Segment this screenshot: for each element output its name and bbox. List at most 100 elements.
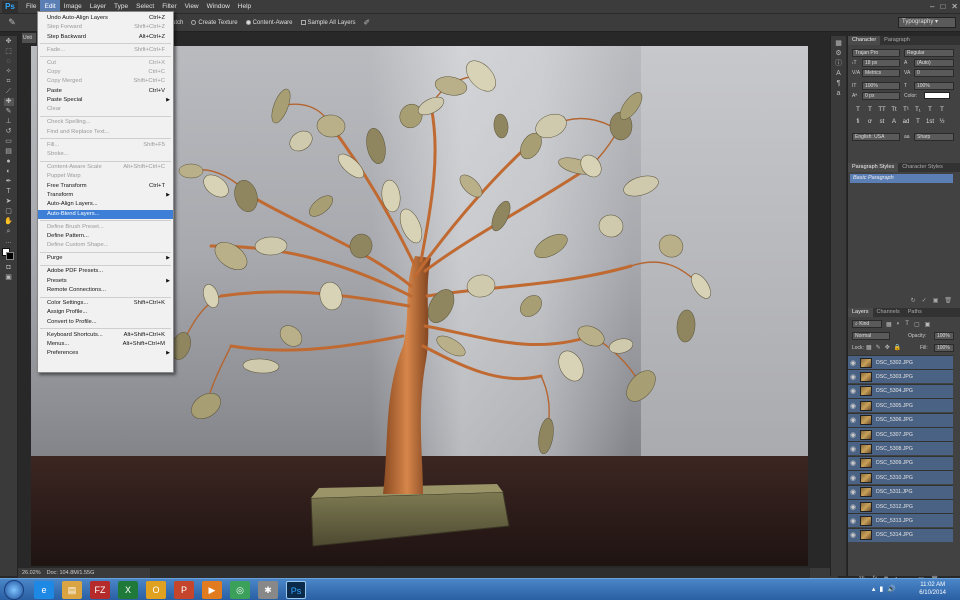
color-swatches[interactable] xyxy=(2,248,17,262)
history-panel-icon[interactable]: ▦ xyxy=(834,40,844,48)
language-select[interactable]: English: USA xyxy=(852,133,900,141)
baseline-shift-field[interactable]: 0 px xyxy=(862,92,900,100)
type-style-button[interactable]: T xyxy=(938,107,946,113)
horizontal-scale-field[interactable]: 100% xyxy=(914,82,954,90)
edit-menu-item-auto-blend-layers[interactable]: Auto-Blend Layers... xyxy=(38,209,173,219)
layer-row[interactable]: ◉ DSC_5303.JPG xyxy=(848,369,953,384)
edit-menu-item-clear[interactable]: Clear xyxy=(38,105,173,114)
healing-brush-tool-icon[interactable]: ✚ xyxy=(3,98,14,106)
info-panel-icon[interactable]: ⓘ xyxy=(834,60,844,68)
type-style-button[interactable]: T¹ xyxy=(902,107,910,113)
content-aware-option[interactable]: Content-Aware xyxy=(245,20,293,26)
layer-row[interactable]: ◉ DSC_5314.JPG xyxy=(848,527,953,542)
path-select-tool-icon[interactable]: ➤ xyxy=(4,198,14,206)
opentype-button[interactable]: 1st xyxy=(926,119,934,125)
edit-menu-item-presets[interactable]: Presets ▶ xyxy=(38,277,173,286)
layer-name[interactable]: DSC_5305.JPG xyxy=(876,403,913,409)
layer-name[interactable]: DSC_5312.JPG xyxy=(876,504,913,510)
edit-menu-item-paste[interactable]: Paste Ctrl+V xyxy=(38,87,173,96)
opacity-field[interactable]: 100% xyxy=(934,332,954,340)
powerpoint-icon[interactable]: P xyxy=(174,581,194,599)
bug-icon[interactable]: ✱ xyxy=(258,581,278,599)
visibility-eye-icon[interactable]: ◉ xyxy=(848,459,858,467)
leading-field[interactable]: (Auto) xyxy=(914,59,954,67)
create-texture-option[interactable]: Create Texture xyxy=(191,20,238,26)
layer-row[interactable]: ◉ DSC_5308.JPG xyxy=(848,441,953,456)
edit-menu-item-color-settings[interactable]: Color Settings... Shift+Ctrl+K xyxy=(38,299,173,308)
layer-name[interactable]: DSC_5309.JPG xyxy=(876,460,913,466)
edit-menu-item-auto-align-layers[interactable]: Auto-Align Layers... xyxy=(38,200,173,209)
visibility-eye-icon[interactable]: ◉ xyxy=(848,517,858,525)
filezilla-icon[interactable]: FZ xyxy=(90,581,110,599)
opentype-button[interactable]: st xyxy=(878,119,886,125)
pixel-filter-icon[interactable]: ▦ xyxy=(886,321,892,328)
layer-name[interactable]: DSC_5310.JPG xyxy=(876,475,913,481)
gradient-tool-icon[interactable]: ▤ xyxy=(4,148,14,156)
dodge-tool-icon[interactable]: ◐ xyxy=(4,168,14,176)
opentype-button[interactable]: ơ xyxy=(866,119,874,125)
visibility-eye-icon[interactable]: ◉ xyxy=(848,503,858,511)
type-filter-icon[interactable]: T xyxy=(905,321,909,328)
taskbar-clock[interactable]: 11:02 AM 6/10/2014 xyxy=(919,581,946,597)
edit-menu-item-paste-special[interactable]: Paste Special ▶ xyxy=(38,96,173,105)
layer-name[interactable]: DSC_5303.JPG xyxy=(876,374,913,380)
layer-row[interactable]: ◉ DSC_5312.JPG xyxy=(848,499,953,513)
brush-tool-icon[interactable]: ✎ xyxy=(4,108,14,116)
layer-row[interactable]: ◉ DSC_5313.JPG xyxy=(848,513,953,528)
layer-name[interactable]: DSC_5311.JPG xyxy=(876,489,913,495)
edit-menu-item-convert-to-profile[interactable]: Convert to Profile... xyxy=(38,318,173,327)
edit-menu-item-fade[interactable]: Fade... Shift+Ctrl+F xyxy=(38,46,173,55)
layer-name[interactable]: DSC_5304.JPG xyxy=(876,388,913,394)
tab-paths[interactable]: Paths xyxy=(904,308,926,317)
minimize-button[interactable]: – xyxy=(930,0,934,13)
layer-row[interactable]: ◉ DSC_5309.JPG xyxy=(848,455,953,470)
eyedropper-tool-icon[interactable]: ⟋ xyxy=(4,88,14,96)
excel-icon[interactable]: X xyxy=(118,581,138,599)
text-color-swatch[interactable] xyxy=(924,92,950,99)
visibility-eye-icon[interactable]: ◉ xyxy=(848,445,858,453)
delete-style-icon[interactable]: 🗑 xyxy=(944,297,952,304)
background-color-swatch[interactable] xyxy=(6,252,14,260)
opentype-button[interactable]: T xyxy=(914,119,922,125)
edit-menu-item-copy[interactable]: Copy Ctrl+C xyxy=(38,68,173,77)
edit-menu-item-step-backward[interactable]: Step Backward Alt+Ctrl+Z xyxy=(38,33,173,42)
volume-icon[interactable]: 🔊 xyxy=(887,585,896,593)
move-tool-icon[interactable]: ✥ xyxy=(4,38,14,46)
pressure-brush-icon[interactable]: ✐ xyxy=(364,18,371,27)
tab-character-styles[interactable]: Character Styles xyxy=(898,163,947,172)
type-style-button[interactable]: TT xyxy=(878,107,886,113)
new-style-icon[interactable]: ▣ xyxy=(933,297,939,304)
clone-stamp-tool-icon[interactable]: ⊥ xyxy=(4,118,14,126)
edit-menu-item-define-brush-preset[interactable]: Define Brush Preset... xyxy=(38,223,173,232)
opentype-button[interactable]: ad xyxy=(902,119,910,125)
vertical-scale-field[interactable]: 100% xyxy=(862,82,900,90)
layer-row[interactable]: ◉ DSC_5302.JPG xyxy=(848,355,953,369)
close-button[interactable]: ✕ xyxy=(951,0,958,13)
shape-tool-icon[interactable]: ▢ xyxy=(4,208,14,216)
visibility-eye-icon[interactable]: ◉ xyxy=(848,474,858,482)
media-icon[interactable]: ▶ xyxy=(202,581,222,599)
maximize-button[interactable]: □ xyxy=(940,0,945,13)
fill-field[interactable]: 100% xyxy=(934,344,954,352)
brush-tool-icon[interactable]: ✎ xyxy=(0,17,24,28)
layer-row[interactable]: ◉ DSC_5307.JPG xyxy=(848,427,953,441)
edit-menu-item-keyboard-shortcuts[interactable]: Keyboard Shortcuts... Alt+Shift+Ctrl+K xyxy=(38,331,173,340)
edit-menu-item-find-and-replace-text[interactable]: Find and Replace Text... xyxy=(38,128,173,137)
ie-icon[interactable]: e xyxy=(34,581,54,599)
layer-row[interactable]: ◉ DSC_5304.JPG xyxy=(848,383,953,398)
type-style-button[interactable]: T xyxy=(866,107,874,113)
marquee-tool-icon[interactable]: ⬚ xyxy=(4,48,14,56)
edit-menu-item-check-spelling[interactable]: Check Spelling... xyxy=(38,118,173,127)
layer-filter-select[interactable]: ⌕ Kind xyxy=(852,320,882,328)
network-icon[interactable]: ▮ xyxy=(879,585,883,593)
font-style-select[interactable]: Regular xyxy=(904,49,954,57)
menu-help[interactable]: Help xyxy=(234,0,255,13)
layer-name[interactable]: DSC_5314.JPG xyxy=(876,532,913,538)
edit-menu-item-menus[interactable]: Menus... Alt+Shift+Ctrl+M xyxy=(38,340,173,349)
edit-menu-item-remote-connections[interactable]: Remote Connections... xyxy=(38,286,173,295)
edit-menu-item-adobe-pdf-presets[interactable]: Adobe PDF Presets... xyxy=(38,267,173,276)
horizontal-scrollbar[interactable] xyxy=(150,568,810,578)
edit-menu-item-preferences[interactable]: Preferences ▶ xyxy=(38,349,173,358)
eraser-tool-icon[interactable]: ▭ xyxy=(4,138,14,146)
paragraph-style-item[interactable]: Basic Paragraph xyxy=(850,174,953,183)
